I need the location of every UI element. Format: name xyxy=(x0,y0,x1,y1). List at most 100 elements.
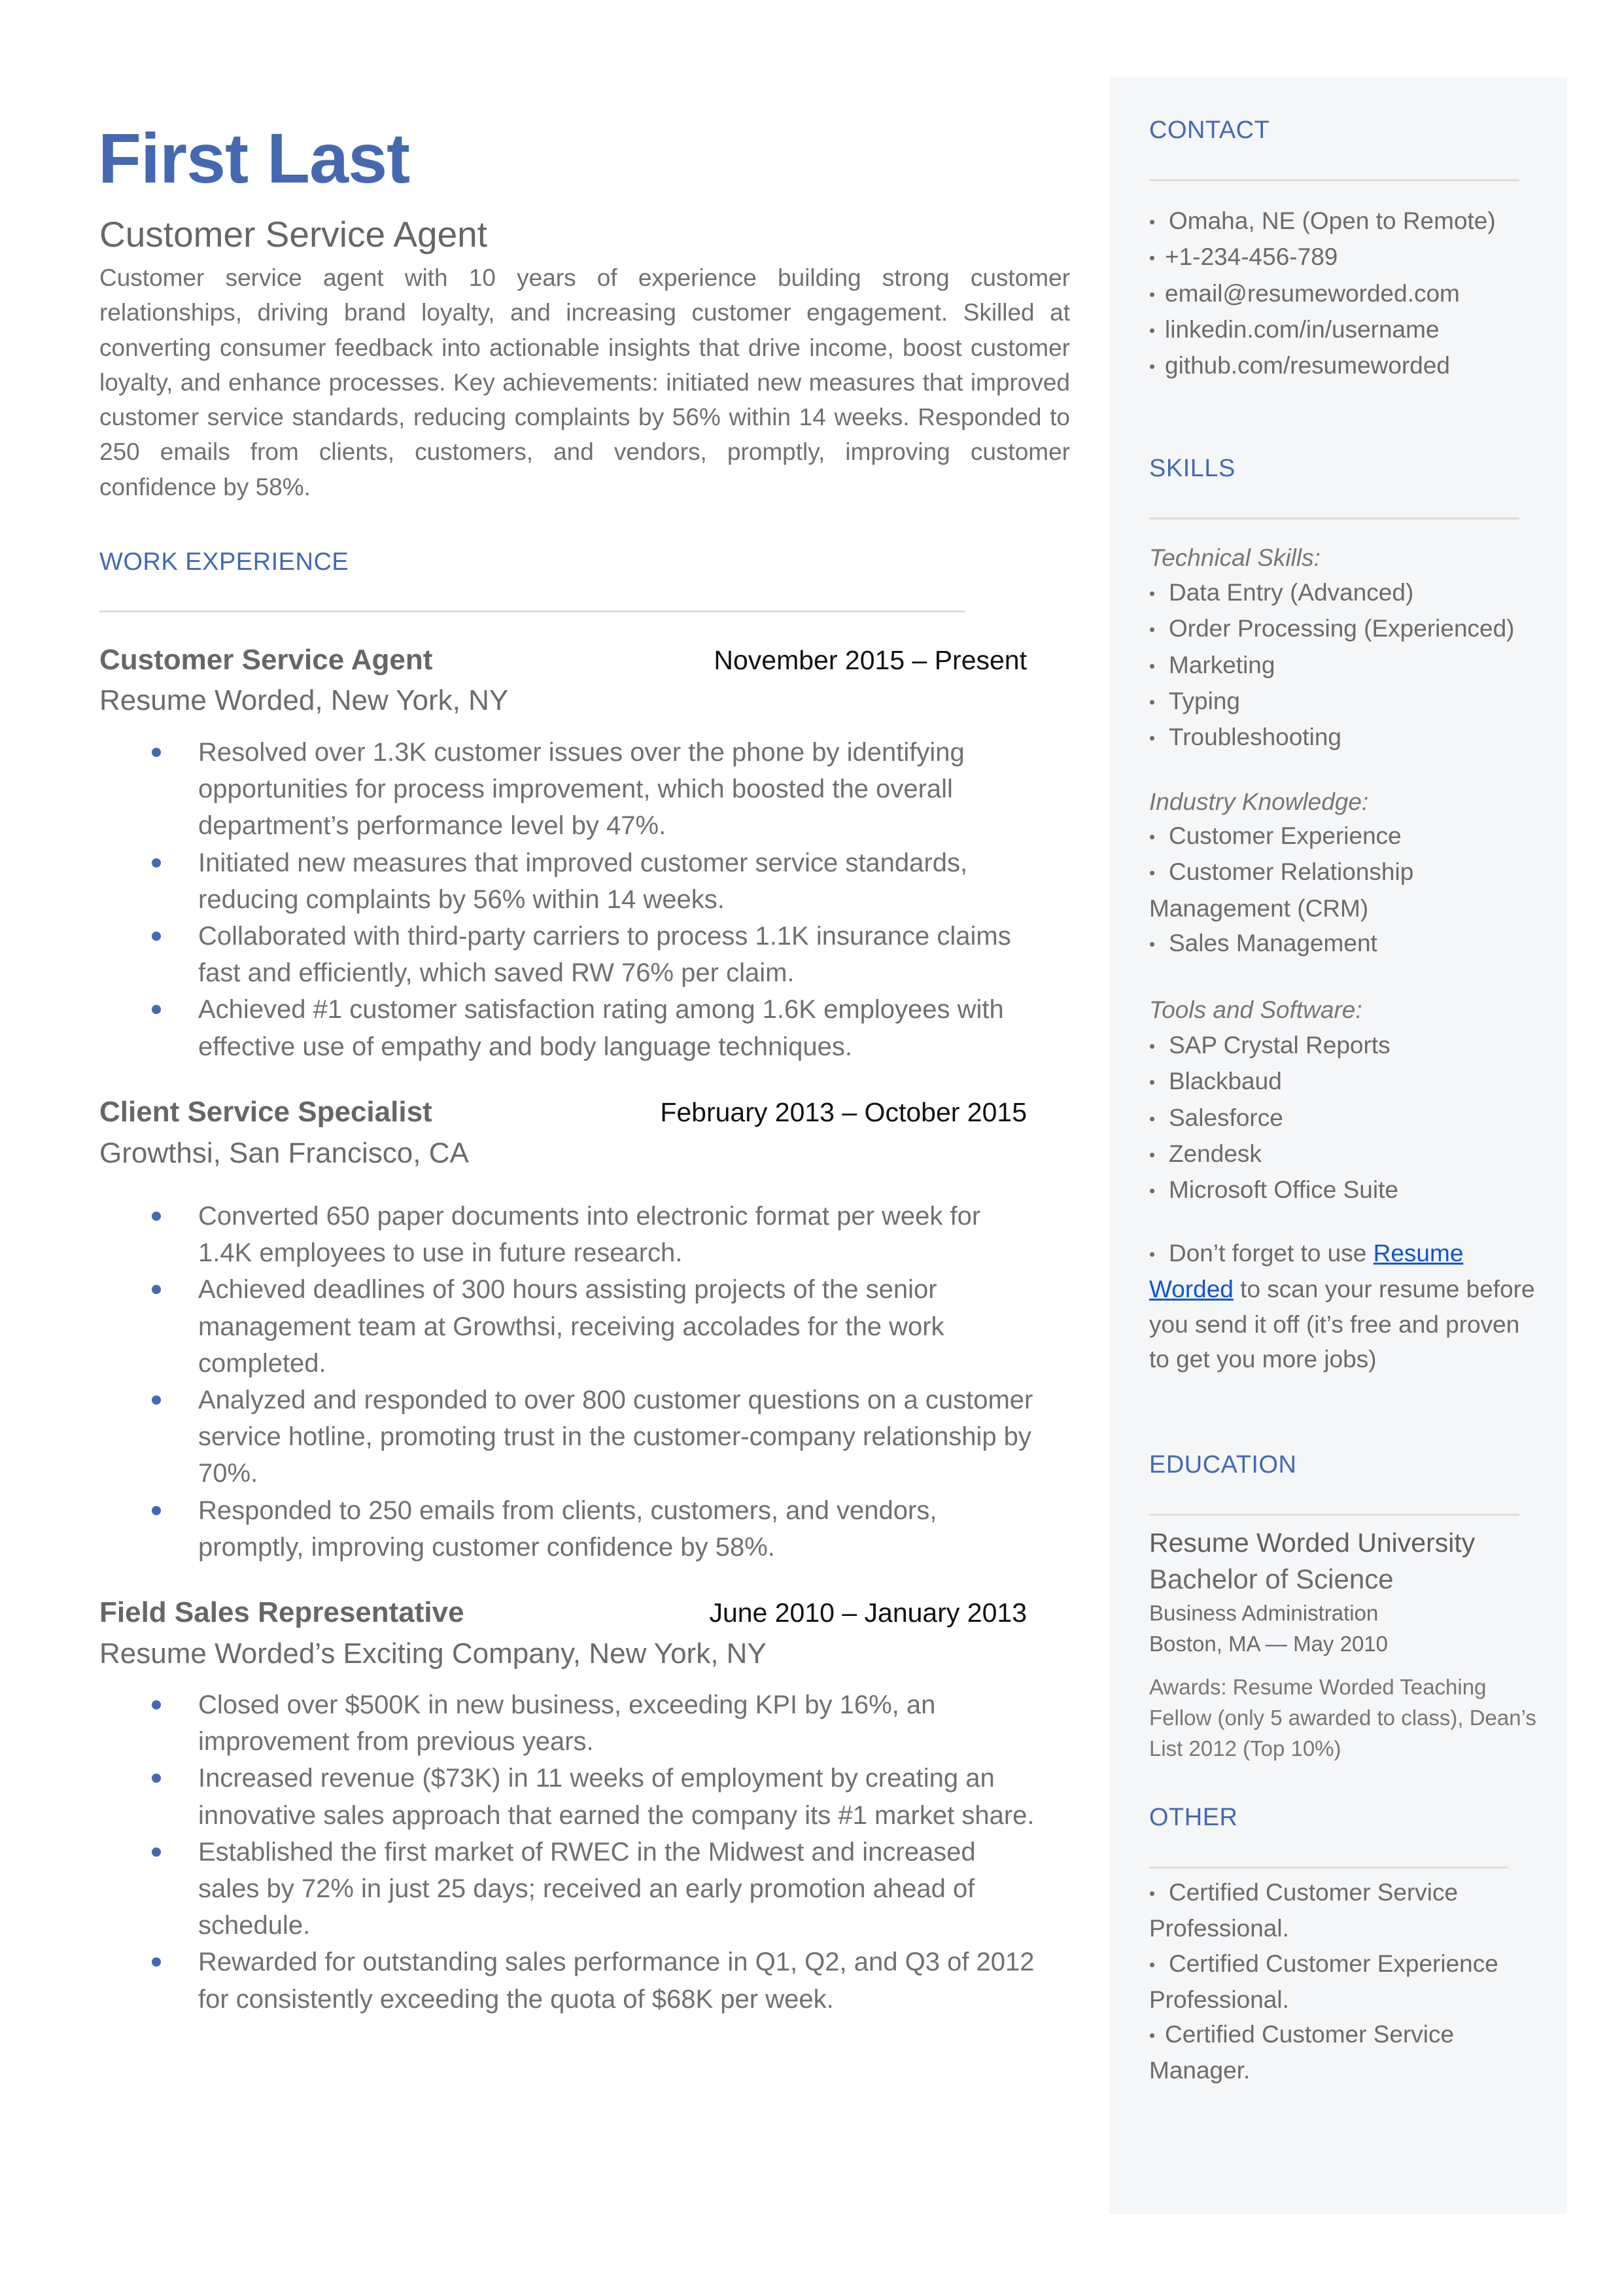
bullet-icon: • xyxy=(1149,1108,1156,1129)
list-item: • Blackbaud xyxy=(1149,1064,1542,1100)
job-bullets: Resolved over 1.3K customer issues over … xyxy=(99,734,1041,1065)
list-item: Increased revenue ($73K) in 11 weeks of … xyxy=(99,1760,1041,1833)
bullet-icon: • xyxy=(1149,357,1156,377)
list-item: • Certified Customer Service Professional… xyxy=(1149,1875,1515,1946)
list-item: • Customer Relationship Management (CRM) xyxy=(1149,854,1515,926)
tools-software-label: Tools and Software: xyxy=(1149,996,1362,1023)
bullet-icon: • xyxy=(1149,2025,1156,2046)
list-item: Closed over $500K in new business, excee… xyxy=(99,1687,1041,1760)
bullet-icon xyxy=(152,1285,161,1295)
bullet-icon xyxy=(152,1700,161,1709)
list-item: Converted 650 paper documents into elect… xyxy=(99,1198,1041,1271)
job-dates: November 2015 – Present xyxy=(714,645,1027,675)
bullet-icon: • xyxy=(1149,212,1156,232)
bullet-icon: • xyxy=(1149,1181,1156,1201)
list-item: Achieved #1 customer satisfaction rating… xyxy=(99,991,1041,1064)
list-item: Resolved over 1.3K customer issues over … xyxy=(99,734,1041,845)
job-title: Client Service Specialist xyxy=(99,1096,432,1128)
contact-github[interactable]: • github.com/resumeworded xyxy=(1149,348,1542,384)
education-degree: Bachelor of Science xyxy=(1149,1564,1394,1594)
skills-divider xyxy=(1149,517,1519,519)
list-item: • SAP Crystal Reports xyxy=(1149,1028,1542,1064)
bullet-icon xyxy=(152,1212,161,1221)
bullet-icon xyxy=(152,1774,161,1783)
list-item: Achieved deadlines of 300 hours assistin… xyxy=(99,1271,1041,1382)
list-item: • Typing xyxy=(1149,684,1542,720)
list-item: Initiated new measures that improved cus… xyxy=(99,845,1041,918)
list-item: • Data Entry (Advanced) xyxy=(1149,575,1542,611)
list-item: Rewarded for outstanding sales performan… xyxy=(99,1944,1041,2017)
list-item: • Microsoft Office Suite xyxy=(1149,1172,1542,1208)
list-item: • Salesforce xyxy=(1149,1100,1542,1136)
bullet-icon: • xyxy=(1149,584,1156,603)
list-item: Established the first market of RWEC in … xyxy=(99,1834,1041,1944)
technical-skills-list: • Data Entry (Advanced) • Order Processing… xyxy=(1149,575,1542,756)
list-item: • Customer Experience xyxy=(1149,818,1515,854)
list-item: • Zendesk xyxy=(1149,1136,1542,1172)
list-item: • Sales Management xyxy=(1149,926,1515,962)
contact-email[interactable]: • email@resumeworded.com xyxy=(1149,276,1542,312)
bullet-icon: • xyxy=(1149,863,1156,883)
list-item: Collaborated with third-party carriers t… xyxy=(99,918,1041,991)
technical-skills-label: Technical Skills: xyxy=(1149,544,1321,571)
bullet-icon: • xyxy=(1149,728,1156,748)
resume-worded-tip: • Don’t forget to use Resume Worded to sc… xyxy=(1149,1236,1535,1376)
job-company: Growthsi, San Francisco, CA xyxy=(99,1137,469,1169)
job-title: Customer Service Agent xyxy=(99,644,433,676)
list-item: • Marketing xyxy=(1149,648,1542,684)
bullet-icon: • xyxy=(1149,656,1156,676)
bullet-icon xyxy=(152,1957,161,1967)
other-heading: OTHER xyxy=(1149,1804,1238,1831)
education-divider xyxy=(1149,1514,1519,1516)
list-item: • Troubleshooting xyxy=(1149,720,1542,756)
job-company: Resume Worded, New York, NY xyxy=(99,684,509,716)
bullet-icon xyxy=(152,932,161,941)
list-item: • Order Processing (Experienced) xyxy=(1149,611,1542,647)
contact-heading: CONTACT xyxy=(1149,116,1270,144)
contact-phone[interactable]: • +1-234-456-789 xyxy=(1149,239,1542,275)
other-list: • Certified Customer Service Professional… xyxy=(1149,1875,1515,2088)
bullet-icon: • xyxy=(1149,1883,1156,1903)
job-title: Field Sales Representative xyxy=(99,1596,464,1628)
candidate-name: First Last xyxy=(98,118,410,198)
other-divider xyxy=(1149,1866,1508,1868)
bullet-icon: • xyxy=(1149,248,1156,268)
work-experience-divider xyxy=(99,610,965,612)
job-dates: June 2010 – January 2013 xyxy=(709,1598,1027,1628)
industry-knowledge-label: Industry Knowledge: xyxy=(1149,788,1369,815)
list-item: Responded to 250 emails from clients, cu… xyxy=(99,1492,1041,1566)
contact-divider xyxy=(1149,179,1519,181)
bullet-icon xyxy=(152,1847,161,1857)
list-item: Analyzed and responded to over 800 custo… xyxy=(99,1382,1041,1492)
bullet-icon: • xyxy=(1149,1954,1156,1974)
tools-software-list: • SAP Crystal Reports • Blackbaud • Salesfo… xyxy=(1149,1028,1542,1208)
bullet-icon: • xyxy=(1149,1072,1156,1093)
education-school: Resume Worded University xyxy=(1149,1528,1476,1558)
bullet-icon xyxy=(152,1505,161,1515)
education-awards: Awards: Resume Worded Teaching Fellow (o… xyxy=(1149,1675,1536,1761)
skills-heading: SKILLS xyxy=(1149,455,1235,482)
bullet-icon xyxy=(152,748,161,757)
summary-paragraph: Customer service agent with 10 years of … xyxy=(99,264,1070,500)
bullet-icon: • xyxy=(1149,1244,1156,1264)
bullet-icon: • xyxy=(1149,284,1156,304)
bullet-icon: • xyxy=(1149,1144,1156,1165)
bullet-icon: • xyxy=(1149,692,1156,712)
bullet-icon: • xyxy=(1149,620,1156,640)
bullet-icon xyxy=(152,1395,161,1405)
education-heading: EDUCATION xyxy=(1149,1451,1297,1479)
job-bullets: Converted 650 paper documents into elect… xyxy=(99,1198,1041,1566)
bullet-icon: • xyxy=(1149,827,1156,847)
bullet-icon xyxy=(152,858,161,867)
contact-location: • Omaha, NE (Open to Remote) xyxy=(1149,203,1542,239)
bullet-icon: • xyxy=(1149,320,1156,340)
contact-linkedin[interactable]: • linkedin.com/in/username xyxy=(1149,312,1542,348)
job-dates: February 2013 – October 2015 xyxy=(660,1097,1027,1127)
industry-knowledge-list: • Customer Experience • Customer Relations… xyxy=(1149,818,1515,962)
bullet-icon xyxy=(152,1005,161,1015)
job-title-headline: Customer Service Agent xyxy=(99,214,488,254)
job-company: Resume Worded’s Exciting Company, New Yo… xyxy=(99,1638,767,1670)
list-item: • Certified Customer Service Manager. xyxy=(1149,2017,1515,2088)
bullet-icon: • xyxy=(1149,934,1156,954)
job-bullets: Closed over $500K in new business, excee… xyxy=(99,1687,1041,2018)
